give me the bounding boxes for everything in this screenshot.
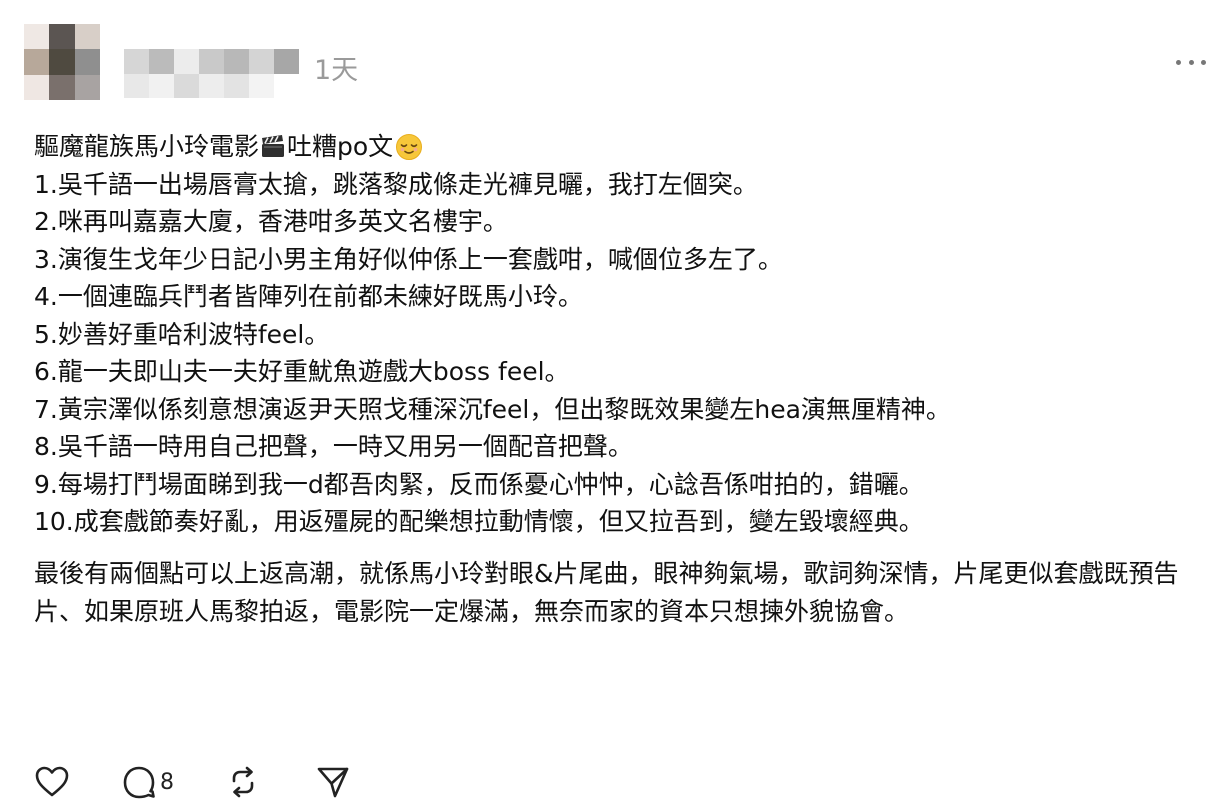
comment-button[interactable]: 8 [122,765,174,799]
username-blurred[interactable] [124,49,299,74]
send-icon [317,767,349,798]
post-point-8: 8.吳千語一時用自己把聲，一時又用另一個配音把聲。 [34,432,633,461]
repost-icon [232,766,254,798]
relieved-face-icon [396,133,423,160]
post-point-5: 5.妙善好重哈利波特feel。 [34,319,330,349]
post-timestamp: 1天 [314,55,359,86]
comment-bubble-icon [123,766,155,799]
post-point-9: 9.每場打鬥場面睇到我一d都吾肉緊，反而係憂心忡忡，心諗吾係咁拍的，錯曬。 [34,469,924,499]
post-action-bar: 8 [34,762,350,802]
username-blurred-secondary [124,74,274,98]
post-point-4: 4.一個連臨兵鬥者皆陣列在前都未練好既馬小玲。 [34,282,583,311]
post-title: 驅魔龍族馬小玲電影 吐糟po文 [34,128,1214,166]
comment-count: 8 [160,769,174,795]
clapper-board-icon [262,134,285,157]
post-title-prefix: 驅魔龍族馬小玲電影 [34,132,260,161]
post-header: 1天 [24,24,1206,104]
more-horizontal-icon[interactable] [1176,52,1206,72]
avatar[interactable] [24,24,100,100]
post-title-suffix: 吐糟po文 [287,132,394,161]
post-point-6: 6.龍一夫即山夫一夫好重魷魚遊戲大boss feel。 [34,357,570,386]
post-closing-paragraph: 最後有兩個點可以上返高潮，就係馬小玲對眼&片尾曲，眼神夠氣場，歌詞夠深情，片尾更… [34,558,1179,626]
heart-icon [35,766,69,797]
post-point-1: 1.吳千語一出場唇膏太搶，跳落黎成條走光褲見曬，我打左個突。 [34,169,758,199]
post-point-3: 3.演復生戈年少日記小男主角好似仲係上一套戲咁，喊個位多左了。 [34,244,783,274]
post-point-7: 7.黃宗澤似係刻意想演返尹天照戈種深沉feel，但出黎既效果變左hea演無厘精神… [34,394,951,424]
post-point-2: 2.咪再叫嘉嘉大廈，香港咁多英文名樓宇。 [34,207,508,236]
post-point-10: 10.成套戲節奏好亂，用返殭屍的配樂想拉動情懷，但又拉吾到，變左毀壞經典。 [34,507,924,536]
like-button[interactable] [34,764,70,800]
repost-button[interactable] [226,765,260,799]
share-button[interactable] [316,765,350,799]
post-content: 驅魔龍族馬小玲電影 吐糟po文 1.吳千語一出場唇膏太搶，跳落黎成條走光褲見曬，… [34,128,1214,631]
